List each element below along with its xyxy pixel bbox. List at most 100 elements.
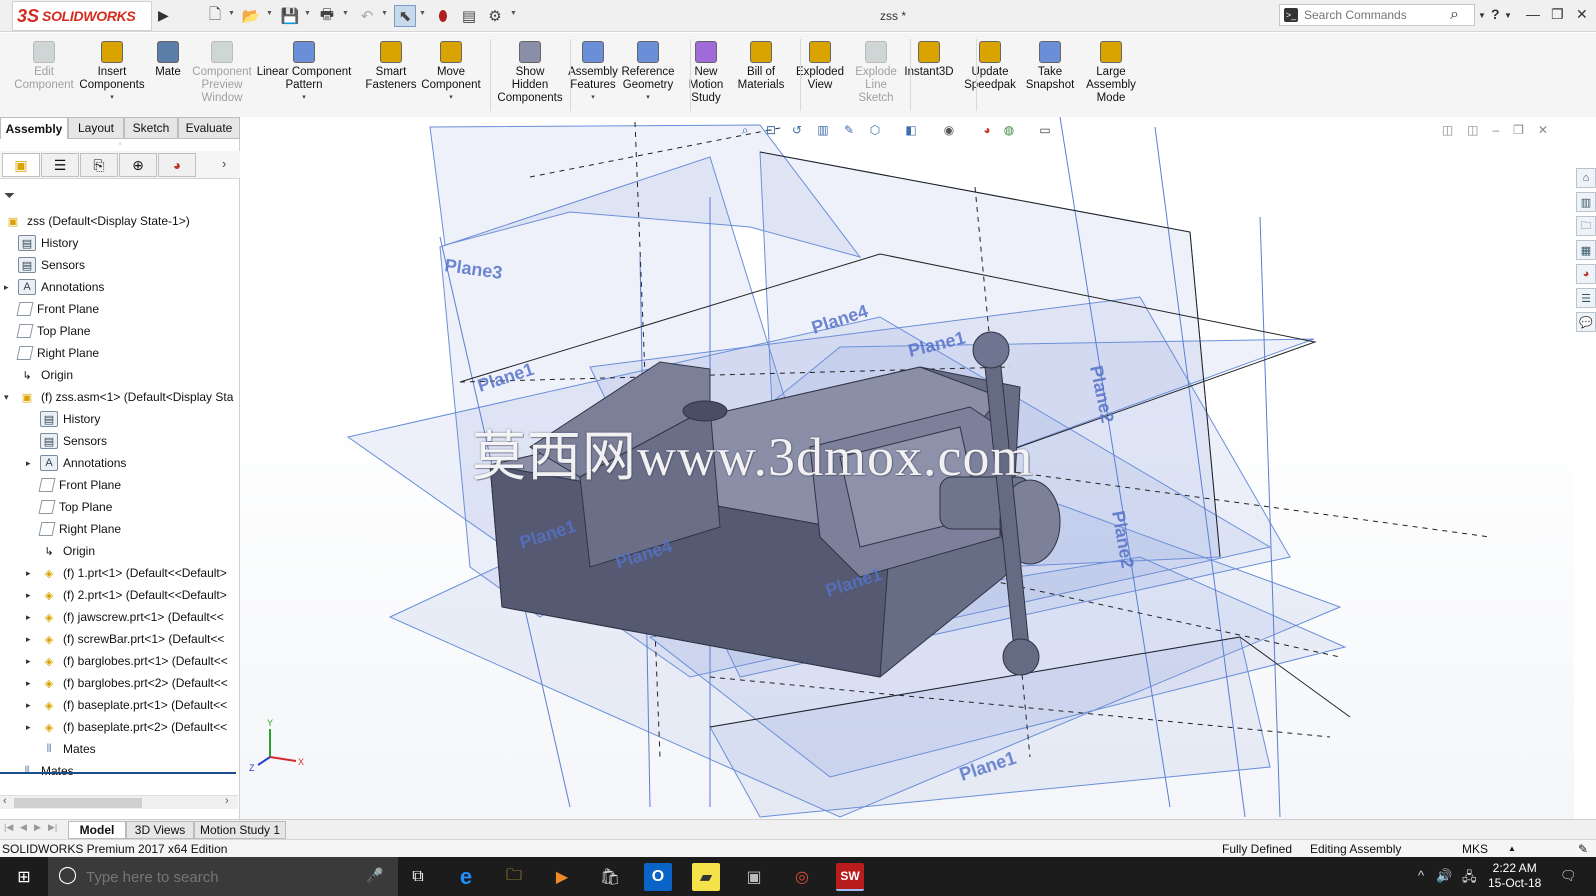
search-commands-box[interactable]: >_ ⌕ <box>1279 4 1475 26</box>
microphone-icon[interactable]: 🎤 <box>366 867 383 884</box>
task-view-icon[interactable]: ⧉ <box>404 863 432 891</box>
unit-system-button[interactable]: MKS <box>1462 842 1488 856</box>
tool-button-12[interactable]: Exploded View <box>789 37 851 113</box>
tree-node[interactable]: ▸ A Annotations <box>26 453 126 473</box>
store-icon[interactable]: 🛍 <box>596 863 624 891</box>
bottom-tab-model[interactable]: Model <box>68 821 126 839</box>
sticky-notes-icon[interactable]: ▰ <box>692 863 720 891</box>
property-manager-tab-icon[interactable]: ☰ <box>41 153 79 177</box>
close-icon[interactable]: ✕ <box>1576 6 1588 23</box>
tree-node[interactable]: Right Plane <box>4 343 99 363</box>
filter-icon[interactable]: ⏷ <box>4 187 15 204</box>
view-palette-icon[interactable]: ▦ <box>1576 240 1596 260</box>
zoom-to-fit-icon[interactable]: ⌕ <box>736 121 754 139</box>
tree-expander-icon[interactable]: ▾ <box>4 392 14 403</box>
outlook-icon[interactable]: O <box>644 863 672 891</box>
tool-button-0[interactable]: Edit Component <box>14 37 74 113</box>
configuration-manager-tab-icon[interactable]: ⎘ <box>80 153 118 177</box>
notifications-icon[interactable]: 🗨 <box>1560 868 1577 884</box>
tool-dropdown-icon[interactable]: ▾ <box>302 93 306 101</box>
tree-node[interactable]: Front Plane <box>26 475 121 495</box>
print-icon[interactable]: 🖶 <box>316 5 338 27</box>
tab-assembly[interactable]: Assembly <box>0 117 68 139</box>
tree-expander-icon[interactable]: ▸ <box>26 568 36 579</box>
tree-expander-icon[interactable]: ▸ <box>26 634 36 645</box>
tree-node[interactable]: ▸ A Annotations <box>4 277 104 297</box>
forum-icon[interactable]: 💬 <box>1576 312 1596 332</box>
undo-dropdown-icon[interactable]: ▼ <box>381 10 388 17</box>
feature-manager-tab-icon[interactable]: ▣ <box>2 153 40 177</box>
taskbar-search-box[interactable]: ◯ 🎤 <box>48 857 398 896</box>
restore-icon[interactable]: ❐ <box>1551 6 1564 23</box>
tree-expander-icon[interactable]: ▸ <box>26 590 36 601</box>
save-dropdown-icon[interactable]: ▼ <box>304 10 311 17</box>
bottom-tab-motion-study-1[interactable]: Motion Study 1 <box>194 821 286 839</box>
rebuild-icon[interactable]: ⬮ <box>432 5 454 27</box>
apply-scene-icon[interactable]: ◍ <box>1000 121 1018 139</box>
scroll-left-icon[interactable]: ‹ <box>3 795 7 807</box>
section-view-icon[interactable]: ▥ <box>814 121 832 139</box>
dynamic-annotation-icon[interactable]: ✎ <box>840 121 858 139</box>
tray-expand-icon[interactable]: ^ <box>1418 868 1424 883</box>
tree-node[interactable]: ▸ ◈ (f) barglobes.prt<2> (Default<< <box>26 673 228 693</box>
print-dropdown-icon[interactable]: ▼ <box>342 10 349 17</box>
graphics-area[interactable]: Plane3 Plane4 Plane1 Plane1 Plane2 Plane… <box>240 117 1574 819</box>
tree-expander-icon[interactable]: ▸ <box>4 282 14 293</box>
bottom-tab-3d-views[interactable]: 3D Views <box>126 821 194 839</box>
tree-node[interactable]: ↳ Origin <box>4 365 73 385</box>
tool-button-7[interactable]: Show Hidden Components <box>488 37 572 113</box>
appearances-icon[interactable]: ◕ <box>1576 264 1596 284</box>
media-player-icon[interactable]: ▶ <box>548 863 576 891</box>
search-dropdown-icon[interactable]: ▼ <box>1478 11 1486 20</box>
panel-grip[interactable]: ◦ <box>0 139 240 151</box>
select-pointer-icon[interactable]: ⬉ <box>394 5 416 27</box>
new-dropdown-icon[interactable]: ▼ <box>228 10 235 17</box>
open-dropdown-icon[interactable]: ▼ <box>266 10 273 17</box>
tab-layout[interactable]: Layout <box>68 117 124 139</box>
tree-node[interactable]: Right Plane <box>26 519 121 539</box>
tree-node[interactable]: Top Plane <box>26 497 112 517</box>
tool-button-3[interactable]: Component Preview Window <box>186 37 258 113</box>
viewport-window-controls[interactable]: ◫◫–❐✕ <box>1442 123 1562 137</box>
tree-node[interactable]: ▸ ◈ (f) 2.prt<1> (Default<<Default> <box>26 585 227 605</box>
tree-node[interactable]: ⫴ Mates <box>4 761 74 781</box>
tree-node[interactable]: ▤ Sensors <box>26 431 107 451</box>
tree-node[interactable]: ↳ Origin <box>26 541 95 561</box>
tree-node[interactable]: ▸ ◈ (f) 1.prt<1> (Default<<Default> <box>26 563 227 583</box>
tool-button-6[interactable]: Move Component ▾ <box>416 37 486 113</box>
volume-icon[interactable]: 🔊 <box>1436 868 1452 884</box>
file-properties-icon[interactable]: ▤ <box>458 5 480 27</box>
tree-node[interactable]: ⫴ Mates <box>26 739 96 759</box>
tool-button-17[interactable]: Large Assembly Mode <box>1080 37 1142 113</box>
help-button[interactable]: ? <box>1491 6 1500 22</box>
tree-expander-icon[interactable]: ▸ <box>26 656 36 667</box>
tool-dropdown-icon[interactable]: ▾ <box>110 93 114 101</box>
search-commands-input[interactable] <box>1304 7 1444 23</box>
tool-dropdown-icon[interactable]: ▾ <box>449 93 453 101</box>
tab-sketch[interactable]: Sketch <box>124 117 178 139</box>
tree-node[interactable]: ▤ History <box>4 233 78 253</box>
menu-expand-arrow-icon[interactable]: ▶ <box>158 7 169 24</box>
taskbar-clock[interactable]: 2:22 AM 15-Oct-18 <box>1488 861 1541 891</box>
panel-more-arrow-icon[interactable]: › <box>222 156 226 171</box>
save-icon[interactable]: 💾 <box>279 5 301 27</box>
tree-node[interactable]: ▤ Sensors <box>4 255 85 275</box>
minimize-icon[interactable]: — <box>1526 6 1540 22</box>
tool-button-1[interactable]: Insert Components ▾ <box>76 37 148 113</box>
tree-rollback-bar[interactable] <box>0 772 236 774</box>
tree-horizontal-scrollbar[interactable]: ‹ › <box>0 795 238 809</box>
undo-icon[interactable]: ↶ <box>356 5 378 27</box>
tool-button-11[interactable]: Bill of Materials <box>733 37 789 113</box>
tool-dropdown-icon[interactable]: ▾ <box>591 93 595 101</box>
tree-expander-icon[interactable]: ▸ <box>26 458 36 469</box>
tool-button-9[interactable]: Reference Geometry ▾ <box>617 37 679 113</box>
tree-node[interactable]: ▣ zss (Default<Display State-1>) <box>4 211 190 231</box>
tool-button-13[interactable]: Explode Line Sketch <box>849 37 903 113</box>
tool-dropdown-icon[interactable]: ▾ <box>646 93 650 101</box>
tree-node[interactable]: ▸ ◈ (f) jawscrew.prt<1> (Default<< <box>26 607 224 627</box>
tool-button-14[interactable]: Instant3D <box>898 37 960 113</box>
prev-tab-icon[interactable]: ◀ <box>20 822 27 833</box>
edge-browser-icon[interactable]: e <box>452 863 480 891</box>
tool-button-16[interactable]: Take Snapshot <box>1021 37 1079 113</box>
options-dropdown-icon[interactable]: ▼ <box>510 10 517 17</box>
